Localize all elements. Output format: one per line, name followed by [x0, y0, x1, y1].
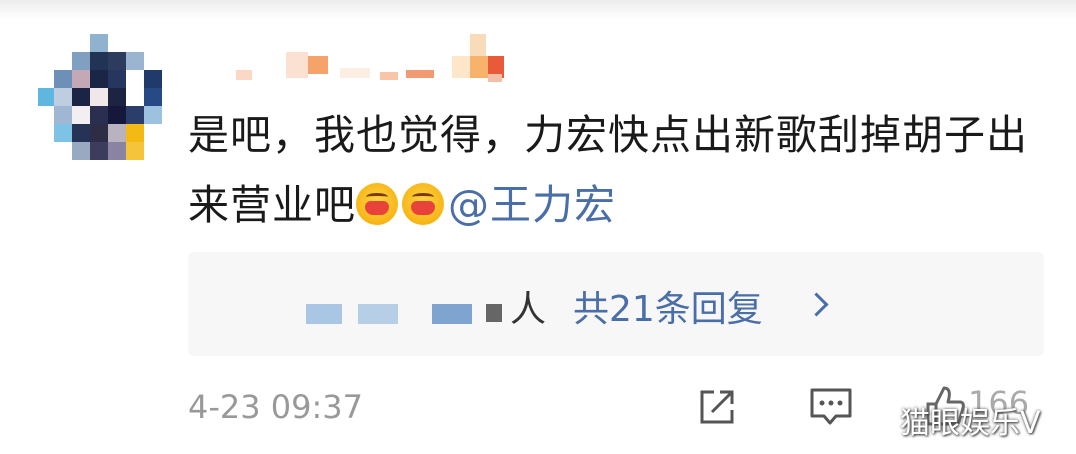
- hug-emoji-icon: [402, 183, 444, 225]
- mention-link[interactable]: @王力宏: [448, 181, 616, 229]
- username-blurred[interactable]: [230, 34, 510, 82]
- replies-suffix: 人: [510, 289, 547, 330]
- watermark: 猫眼娱乐V: [900, 406, 1041, 441]
- top-divider: [0, 0, 1076, 20]
- comment-timestamp: 4-23 09:37: [188, 388, 364, 426]
- chevron-right-icon: [804, 292, 829, 317]
- share-icon[interactable]: [694, 384, 740, 430]
- replier-names-blurred: [306, 304, 342, 324]
- reply-preview[interactable]: 人 共21条回复: [188, 252, 1044, 356]
- view-replies-link[interactable]: 共21条回复: [573, 280, 763, 332]
- comment-text: 是吧，我也觉得，力宏快点出新歌刮掉胡子出来营业吧 @王力宏: [188, 100, 1048, 240]
- comment-icon[interactable]: [808, 384, 854, 430]
- hug-emoji-icon: [356, 183, 398, 225]
- avatar[interactable]: [38, 34, 162, 162]
